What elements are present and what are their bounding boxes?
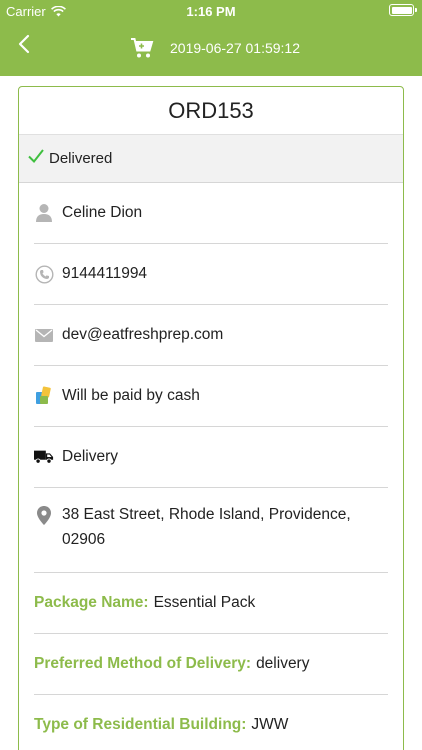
order-status-row: Delivered [19, 134, 403, 183]
battery-icon [389, 4, 417, 16]
building-type-row: Type of Residential Building: JWW [34, 695, 388, 750]
preferred-delivery-value: delivery [256, 655, 310, 672]
order-id: ORD153 [168, 98, 254, 123]
order-detail-card: ORD153 Delivered Celine Dion 9144411994 [18, 86, 404, 750]
payment-icon [34, 386, 54, 406]
status-time: 1:16 PM [186, 4, 236, 19]
email-address[interactable]: dev@eatfreshprep.com [62, 326, 223, 344]
preferred-delivery-label: Preferred Method of Delivery: [34, 655, 252, 672]
truck-icon [34, 447, 54, 467]
phone-row: 9144411994 [34, 244, 388, 305]
payment-row: Will be paid by cash [34, 366, 388, 427]
status-bar: Carrier 1:16 PM [0, 0, 422, 22]
person-icon [34, 203, 54, 223]
back-button[interactable] [12, 30, 36, 58]
order-status: Delivered [49, 150, 113, 167]
payment-method: Will be paid by cash [62, 387, 200, 404]
customer-name: Celine Dion [62, 204, 143, 221]
envelope-icon [34, 325, 54, 345]
location-pin-icon [34, 505, 54, 525]
customer-name-row: Celine Dion [34, 183, 388, 244]
package-name-label: Package Name: [34, 594, 149, 611]
delivery-type-row: Delivery [34, 427, 388, 488]
phone-number[interactable]: 9144411994 [62, 265, 147, 283]
back-chevron-icon [18, 34, 30, 54]
preferred-delivery-row: Preferred Method of Delivery: delivery [34, 634, 388, 695]
building-type-label: Type of Residential Building: [34, 716, 247, 733]
navigation-bar: Carrier 1:16 PM 2019-06-27 01:59:12 [0, 0, 422, 76]
checkmark-icon [28, 148, 44, 163]
package-name-row: Package Name: Essential Pack [34, 573, 388, 634]
email-row: dev@eatfreshprep.com [34, 305, 388, 366]
nav-title: 2019-06-27 01:59:12 [130, 36, 300, 60]
phone-icon [34, 264, 54, 284]
building-type-value: JWW [251, 716, 289, 733]
package-name-value: Essential Pack [153, 594, 256, 611]
order-timestamp: 2019-06-27 01:59:12 [170, 40, 300, 56]
cart-icon [131, 38, 154, 58]
address-row: 38 East Street, Rhode Island, Providence… [34, 488, 388, 573]
delivery-address: 38 East Street, Rhode Island, Providence… [62, 506, 351, 548]
delivery-type: Delivery [62, 448, 118, 465]
